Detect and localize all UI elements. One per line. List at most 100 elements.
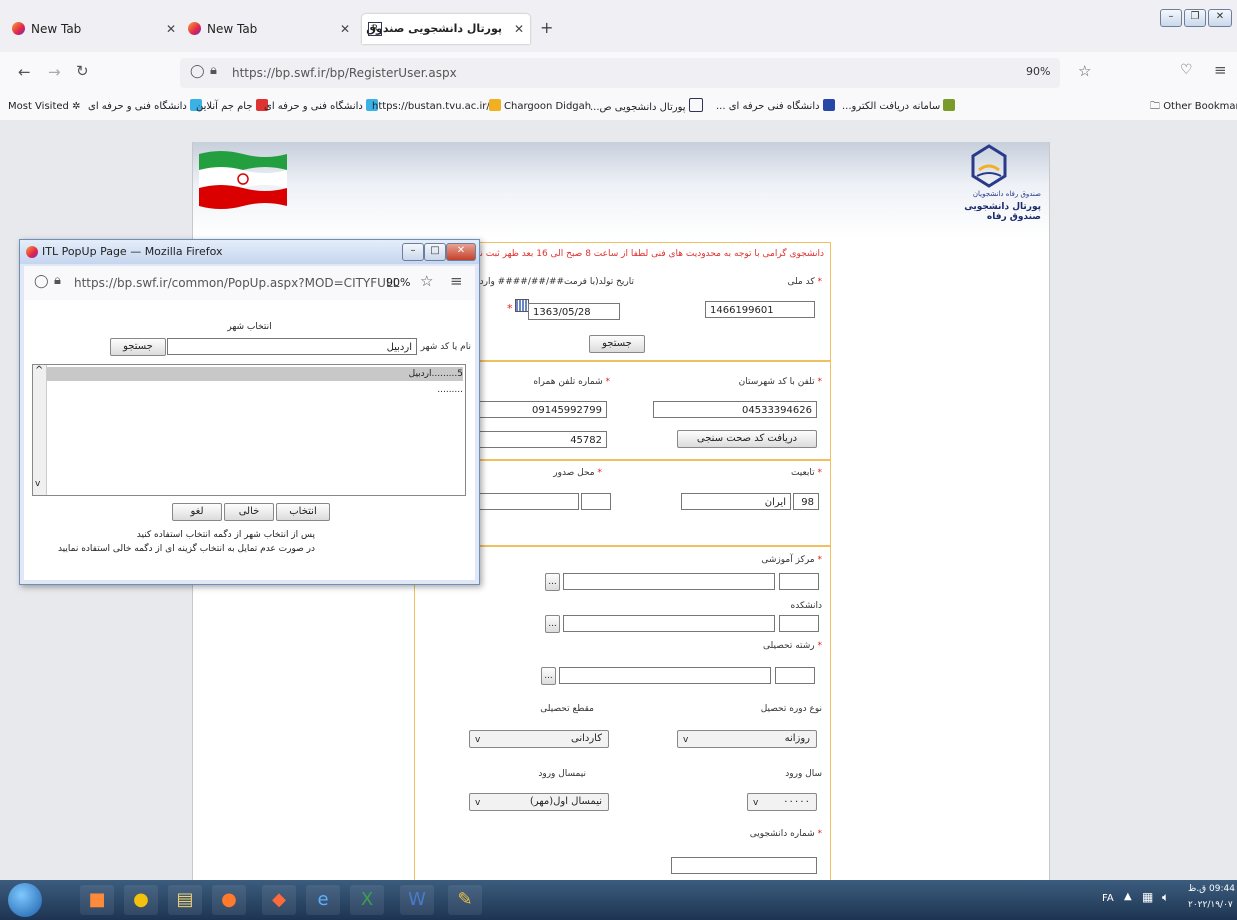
faculty-name-input[interactable] (563, 615, 775, 632)
major-lookup-button[interactable]: ... (541, 667, 556, 685)
clock-date[interactable]: ۲۰۲۲/۱۹/۰۷ (1188, 900, 1233, 910)
faculty-lookup-button[interactable]: ... (545, 615, 560, 633)
scroll-up-icon[interactable]: ^ (35, 365, 43, 376)
internet-explorer-icon[interactable]: e (306, 885, 340, 915)
excel-icon[interactable]: X (350, 885, 384, 915)
city-phone-input[interactable]: 04533394626 (653, 401, 817, 418)
popup-title-bar[interactable]: ITL PopUp Page — Mozilla Firefox – □ ✕ (20, 240, 479, 264)
popup-search-button[interactable]: جستجو (110, 338, 166, 356)
course-type-select[interactable]: روزانه v (677, 730, 817, 748)
shield-icon: ◯ (34, 274, 49, 289)
mobile-input[interactable]: 09145992799 (479, 401, 607, 418)
chargoon-icon (489, 99, 501, 111)
major-code-input[interactable] (775, 667, 815, 684)
menu-icon[interactable]: ≡ (1214, 61, 1227, 79)
popup-url-bar[interactable]: ◯ 🔒︎ https://bp.swf.ir/common/PopUp.aspx… (24, 266, 475, 301)
issue-place-name-input[interactable] (479, 493, 579, 510)
close-tab-icon[interactable]: ✕ (514, 14, 524, 44)
faculty-code-input[interactable] (779, 615, 819, 632)
close-tab-icon[interactable]: ✕ (340, 14, 350, 44)
tab-portal[interactable]: پورتال دانشجویی صندوق رفاه R ✕ (362, 14, 530, 65)
minimize-icon[interactable]: – (1160, 9, 1182, 27)
file-explorer-icon[interactable]: ▤ (168, 885, 202, 915)
city-search-input[interactable]: اردبیل (167, 338, 417, 355)
popup-close-icon[interactable]: ✕ (446, 243, 476, 261)
firefox-icon (26, 246, 38, 258)
restore-icon[interactable]: ❐ (1184, 9, 1206, 27)
bookmark-item[interactable]: پورتال دانشجویی ص... (590, 98, 706, 116)
bookmark-item[interactable]: سامانه دریافت الکترو... (842, 98, 958, 116)
verification-code-input[interactable]: 45782 (479, 431, 607, 448)
forward-arrow-icon[interactable]: → (48, 63, 61, 81)
popup-zoom-level[interactable]: 90% (386, 276, 410, 289)
paint-icon[interactable]: ✎ (448, 885, 482, 915)
bookmark-other[interactable]: 🗀 Other Bookmarks (1150, 98, 1237, 116)
scroll-down-icon[interactable]: v (35, 479, 40, 489)
nationality-name-input[interactable]: ایران (681, 493, 791, 510)
entry-term-select[interactable]: نیمسال اول(مهر) v (469, 793, 609, 811)
windows-taskbar: ■ ● ▤ ● ◆ e X W ✎ FA ▲ ▦ 🔈︎ 09:44 ق.ظ ۲۰… (0, 880, 1237, 920)
pocket-icon[interactable]: ♡ (1180, 62, 1193, 78)
birth-date-input[interactable]: 1363/05/28 (528, 303, 620, 320)
gear-icon: ✲ (72, 101, 81, 112)
popup-minimize-icon[interactable]: – (402, 243, 424, 261)
zoom-level[interactable]: 90% (1026, 65, 1050, 78)
edu-center-lookup-button[interactable]: ... (545, 573, 560, 591)
outlook-icon[interactable]: ■ (80, 885, 114, 915)
close-tab-icon[interactable]: ✕ (166, 14, 176, 44)
degree-select[interactable]: کاردانی v (469, 730, 609, 748)
tab-new-2[interactable]: New Tab ✕ (188, 14, 356, 44)
edu-center-name-input[interactable] (563, 573, 775, 590)
bookmark-item[interactable]: دانشگاه فنی و حرفه ای (88, 98, 205, 116)
shield-icon: ◯ (190, 64, 205, 79)
popup-cancel-button[interactable]: لغو (172, 503, 222, 521)
close-window-icon[interactable]: ✕ (1208, 9, 1232, 27)
popup-select-button[interactable]: انتخاب (276, 503, 330, 521)
popup-empty-button[interactable]: خالی (224, 503, 274, 521)
tray-arrow-icon[interactable]: ▲ (1124, 891, 1132, 902)
national-code-input[interactable]: 1466199601 (705, 301, 815, 318)
calendar-icon[interactable] (515, 299, 529, 312)
student-number-input[interactable] (671, 857, 817, 874)
bookmark-most-visited[interactable]: ✲ Most Visited (8, 98, 80, 116)
tvu-icon (822, 99, 835, 111)
tab-new-1[interactable]: New Tab ✕ (12, 14, 182, 44)
major-name-input[interactable] (559, 667, 771, 684)
new-tab-plus-icon[interactable]: + (540, 18, 553, 37)
volume-icon[interactable]: 🔈︎ (1162, 890, 1169, 905)
list-scrollbar[interactable]: ^ v (33, 365, 47, 495)
language-indicator[interactable]: FA (1102, 893, 1114, 904)
list-item[interactable]: ......... (47, 383, 463, 397)
bookmark-item[interactable]: جام جم آنلاین (196, 98, 271, 116)
word-icon[interactable]: W (400, 885, 434, 915)
bookmark-item[interactable]: Chargoon Didgah (486, 98, 591, 116)
firefox-taskbar-icon[interactable]: ● (212, 885, 246, 915)
portal-icon (688, 98, 703, 112)
bookmark-item[interactable]: دانشگاه فنی حرفه ای ... (716, 98, 838, 116)
entry-year-select[interactable]: ۰۰۰۰۰ v (747, 793, 817, 811)
search-button[interactable]: جستجو (589, 335, 645, 353)
menu-icon[interactable]: ≡ (450, 272, 463, 290)
url-bar[interactable]: ◯ 🔒︎ https://bp.swf.ir/bp/RegisterUser.a… (180, 58, 1091, 88)
list-item-selected[interactable]: 5.........اردبیل (47, 367, 463, 381)
issue-place-code-input[interactable] (581, 493, 611, 510)
reload-icon[interactable]: ↻ (76, 62, 89, 80)
edu-center-code-input[interactable] (779, 573, 819, 590)
app-orange-icon[interactable]: ◆ (262, 885, 296, 915)
clock-time[interactable]: 09:44 ق.ظ (1188, 884, 1235, 894)
major-label: * رشته تحصیلی (763, 641, 822, 651)
chevron-down-icon: v (683, 735, 689, 745)
back-arrow-icon[interactable]: ← (18, 63, 31, 81)
bookmark-item[interactable]: https://bustan.tvu.ac.ir/ (372, 98, 490, 116)
popup-help-line1: پس از انتخاب شهر از دگمه انتخاب استفاده … (136, 530, 315, 540)
bookmark-star-icon[interactable]: ☆ (420, 272, 433, 290)
network-icon[interactable]: ▦ (1142, 890, 1153, 904)
popup-maximize-icon[interactable]: □ (424, 243, 446, 261)
start-button-icon[interactable] (8, 883, 42, 917)
bookmark-star-icon[interactable]: ☆ (1078, 62, 1091, 80)
city-list[interactable]: 5.........اردبیل ......... ^ v (32, 364, 466, 496)
bookmark-item[interactable]: دانشگاه فنی و حرفه ای (264, 98, 381, 116)
get-verification-code-button[interactable]: دریافت کد صحت سنجی (677, 430, 817, 448)
nationality-code-input[interactable]: 98 (793, 493, 819, 510)
chrome-icon[interactable]: ● (124, 885, 158, 915)
